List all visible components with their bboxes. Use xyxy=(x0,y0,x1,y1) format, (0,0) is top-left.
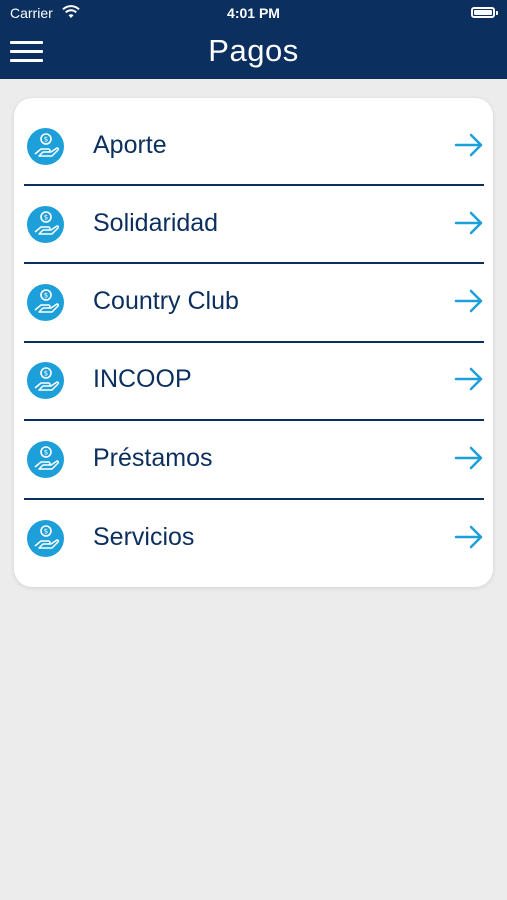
arrow-right-icon[interactable] xyxy=(454,525,484,549)
payment-item-solidaridad[interactable]: $ Solidaridad xyxy=(14,186,493,264)
payment-item-servicios[interactable]: $ Servicios xyxy=(14,500,493,578)
hand-coin-icon: $ xyxy=(27,520,64,557)
hand-coin-icon: $ xyxy=(27,441,64,478)
payment-item-label: INCOOP xyxy=(93,365,192,393)
arrow-right-icon[interactable] xyxy=(454,289,484,313)
payment-item-label: Country Club xyxy=(93,287,239,315)
svg-text:$: $ xyxy=(44,370,48,378)
arrow-right-icon[interactable] xyxy=(454,211,484,235)
svg-text:$: $ xyxy=(44,449,48,457)
svg-text:$: $ xyxy=(44,292,48,300)
battery-icon xyxy=(471,7,498,18)
status-bar: Carrier 4:01 PM xyxy=(0,0,507,26)
payment-item-label: Préstamos xyxy=(93,444,213,472)
payment-item-aporte[interactable]: $ Aporte xyxy=(14,108,493,186)
payment-item-incoop[interactable]: $ INCOOP xyxy=(14,343,493,421)
arrow-right-icon[interactable] xyxy=(454,446,484,470)
svg-text:$: $ xyxy=(44,528,48,536)
hand-coin-icon: $ xyxy=(27,284,64,321)
payment-item-label: Servicios xyxy=(93,523,195,551)
arrow-right-icon[interactable] xyxy=(454,133,484,157)
payment-item-label: Solidaridad xyxy=(93,209,219,237)
status-time: 4:01 PM xyxy=(227,5,280,21)
hand-coin-icon: $ xyxy=(27,362,64,399)
payment-options-card: $ Aporte $ Solidaridad $ Country Club $ … xyxy=(14,98,493,587)
page-title: Pagos xyxy=(208,33,299,68)
hand-coin-icon: $ xyxy=(27,206,64,243)
payment-item-prestamos[interactable]: $ Préstamos xyxy=(14,421,493,499)
payment-item-country-club[interactable]: $ Country Club xyxy=(14,264,493,342)
svg-text:$: $ xyxy=(44,214,48,222)
payment-item-label: Aporte xyxy=(93,131,167,159)
hand-coin-icon: $ xyxy=(27,128,64,165)
arrow-right-icon[interactable] xyxy=(454,367,484,391)
navigation-bar: Carrier 4:01 PM Pagos xyxy=(0,0,507,79)
svg-text:$: $ xyxy=(44,136,48,144)
